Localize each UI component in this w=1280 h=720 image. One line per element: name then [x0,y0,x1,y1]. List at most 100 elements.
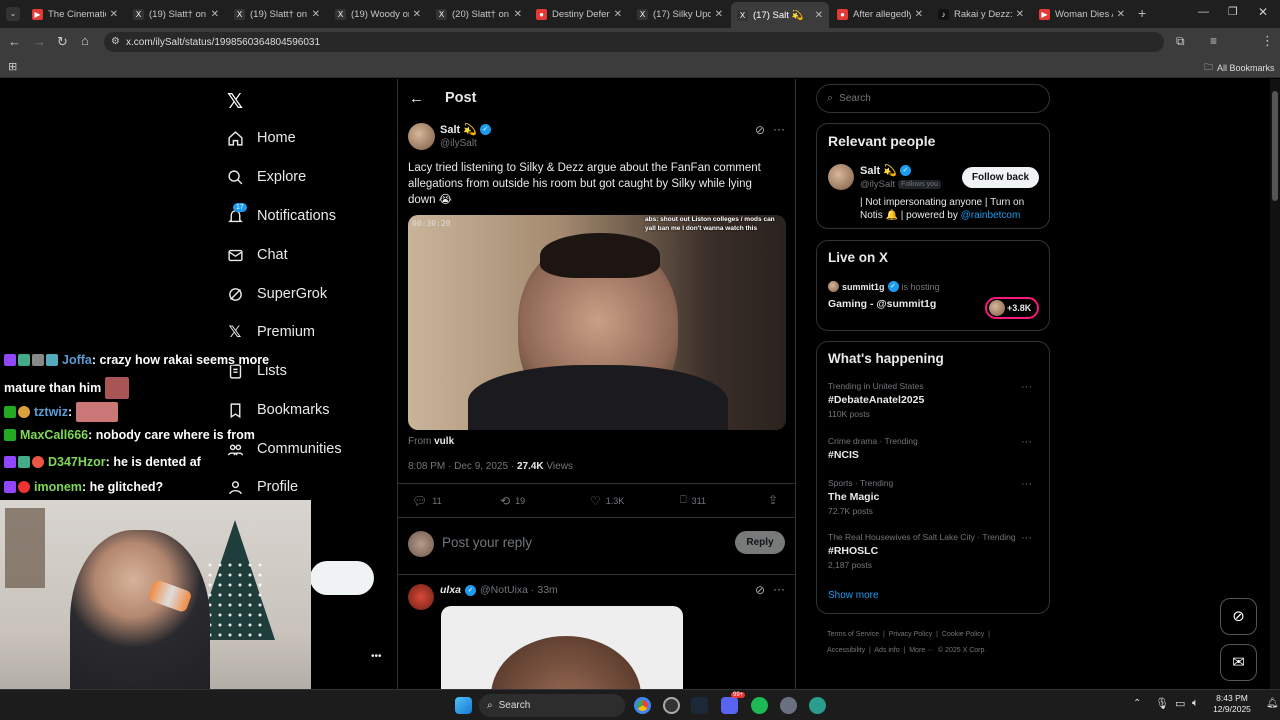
browser-tab[interactable]: ♪ Rakai y Dezz: E ✕ [932,4,1030,24]
tab-close-icon[interactable]: ✕ [1117,9,1125,20]
trend-more-icon[interactable]: ··· [1021,436,1032,448]
relevant-bio-link[interactable]: @rainbetcom [961,210,1021,221]
browser-tab[interactable]: X (19) Slatt† on X ✕ [228,4,326,24]
trend-item[interactable]: Sports · Trending The Magic 72.7K posts … [828,478,1038,516]
trend-more-icon[interactable]: ··· [1021,532,1032,544]
from-source-link[interactable]: vulk [434,436,454,447]
x-logo-icon[interactable]: 𝕏 [227,89,243,114]
reply-button[interactable]: Reply [735,531,785,554]
post-video[interactable]: 00:30:20 abs: shout out Liston colleges … [408,215,786,430]
post-more-icon[interactable]: ··· [773,582,785,596]
live-stream-title[interactable]: Gaming - @summit1g [828,298,936,310]
tray-overflow-icon[interactable]: ⌃ [1133,698,1141,709]
reply-author-info[interactable]: ulxa ✓ @NotUixa · 33m [440,584,558,596]
apps-grid-icon[interactable]: ⊞ [8,60,17,73]
tab-close-icon[interactable]: ✕ [110,9,118,20]
tab-close-icon[interactable]: ✕ [715,9,723,20]
post-more-icon[interactable]: ··· [773,122,785,136]
trend-item[interactable]: Crime drama · Trending #NCIS ··· [828,436,1038,464]
reload-icon[interactable]: ↻ [57,35,68,49]
trend-item[interactable]: Trending in United States #DebateAnatel2… [828,381,1038,419]
repost-action[interactable]: ⟲ 19 [500,494,525,508]
browser-tab[interactable]: ▶ The Cinematic ✕ [26,4,124,24]
microphone-icon[interactable]: 🎙︎ [1155,697,1169,710]
tab-close-icon[interactable]: ✕ [413,9,421,20]
volume-icon[interactable]: 🔈︎ [1192,697,1199,710]
site-info-icon[interactable]: ⚙ [111,36,120,47]
browser-tab[interactable]: X (19) Woody on X ✕ [329,4,427,24]
sidebar-item-notifications[interactable]: 17 Notifications [226,203,336,225]
author-info[interactable]: Salt 💫 ✓ @ilySalt [440,123,491,149]
trend-item[interactable]: The Real Housewives of Salt Lake City · … [828,532,1038,570]
chrome-icon[interactable] [634,697,651,714]
close-window-button[interactable]: ✕ [1258,5,1268,19]
relevant-avatar[interactable] [828,164,854,190]
live-host-row[interactable]: summit1g ✓ is hosting [828,281,940,292]
browser-tab[interactable]: X (19) Slatt† on X ✕ [127,4,225,24]
show-more-link[interactable]: Show more [828,590,879,601]
trend-more-icon[interactable]: ··· [1021,478,1032,490]
browser-tab[interactable]: ● Destiny Defends ✕ [530,4,628,24]
sidebar-item-supergrok[interactable]: SuperGrok [226,285,327,303]
extensions-icon[interactable]: ⧉ [1176,34,1185,48]
reply-author-avatar[interactable] [408,584,434,610]
relevant-name-row[interactable]: Salt 💫 ✓ [860,164,911,177]
post-time[interactable]: 8:08 PM · Dec 9, 2025 · [408,461,514,472]
all-bookmarks-folder[interactable]: 🗀 All Bookmarks [1204,60,1275,76]
tab-close-icon[interactable]: ✕ [915,9,923,20]
browser-app-icon[interactable] [809,697,826,714]
search-box[interactable]: ⌕ Search [816,84,1050,113]
back-arrow-icon[interactable]: ← [409,90,424,107]
tab-close-icon[interactable]: ✕ [514,9,522,20]
page-scrollbar[interactable] [1270,79,1280,689]
sidebar-item-explore[interactable]: Explore [226,168,306,186]
author-avatar[interactable] [408,123,435,150]
messages-fab[interactable]: ✉ [1220,644,1257,681]
like-action[interactable]: ♡ 1.3K [590,494,624,508]
reply-media[interactable] [441,606,683,689]
home-icon[interactable]: ⌂ [81,34,89,48]
reply-input[interactable]: Post your reply [442,535,532,550]
share-icon[interactable]: ⇪ [768,493,778,507]
address-bar[interactable]: ⚙ x.com/ilySalt/status/19985603648045960… [104,32,1164,52]
tab-close-icon[interactable]: ✕ [1016,9,1024,20]
media-controls-icon[interactable]: ≡ [1210,34,1217,48]
live-viewers-pill[interactable]: +3.8K [985,297,1039,319]
sidebar-item-premium[interactable]: 𝕏 Premium [226,323,315,341]
restore-button[interactable]: ❐ [1228,5,1238,18]
browser-menu-icon[interactable]: ⋮ [1261,34,1274,48]
browser-tab[interactable]: X (17) Salt 💫 ✕ [731,2,829,28]
tab-close-icon[interactable]: ✕ [312,9,320,20]
obs-icon[interactable] [663,697,680,714]
windows-start-icon[interactable] [455,697,472,714]
sidebar-item-chat[interactable]: Chat [226,246,288,264]
clock[interactable]: 8:43 PM 12/9/2025 [1210,693,1254,715]
forward-icon[interactable]: → [33,35,46,49]
steam-icon[interactable] [691,697,708,714]
follow-back-button[interactable]: Follow back [962,167,1039,188]
new-tab-button[interactable]: + [1138,5,1146,21]
sidebar-item-communities[interactable]: Communities [226,440,342,458]
sidebar-item-profile[interactable]: Profile [226,478,298,496]
footer-line-1[interactable]: Terms of Service | Privacy Policy | Cook… [827,627,1052,643]
back-icon[interactable]: ← [8,35,21,49]
bookmark-action[interactable]: ⎕ 311 [680,494,706,507]
browser-tab[interactable]: ▶ Woman Dies A ✕ [1033,4,1131,24]
reply-action[interactable]: 💬︎ 11 [412,494,442,508]
spotify-icon[interactable] [751,697,768,714]
grok-explain-icon[interactable]: ⊘ [755,123,765,137]
tab-close-icon[interactable]: ✕ [211,9,219,20]
browser-tab[interactable]: X (20) Slatt† on X ✕ [430,4,528,24]
tab-search-button[interactable]: ⌄ [6,7,20,21]
network-icon[interactable]: ▭ [1175,697,1185,710]
sidebar-item-bookmarks[interactable]: Bookmarks [226,401,330,419]
more-account-dots[interactable]: ••• [371,651,382,662]
scrollbar-thumb[interactable] [1272,91,1278,201]
settings-icon[interactable] [780,697,797,714]
taskbar-search[interactable]: ⌕ Search [479,694,625,717]
grok-fab[interactable]: ⊘ [1220,598,1257,635]
browser-tab[interactable]: ● After allegedly ✕ [831,4,929,24]
tab-close-icon[interactable]: ✕ [614,9,622,20]
minimize-button[interactable]: — [1198,6,1209,18]
notification-bell-icon[interactable]: 🔔︎ [1266,698,1279,709]
